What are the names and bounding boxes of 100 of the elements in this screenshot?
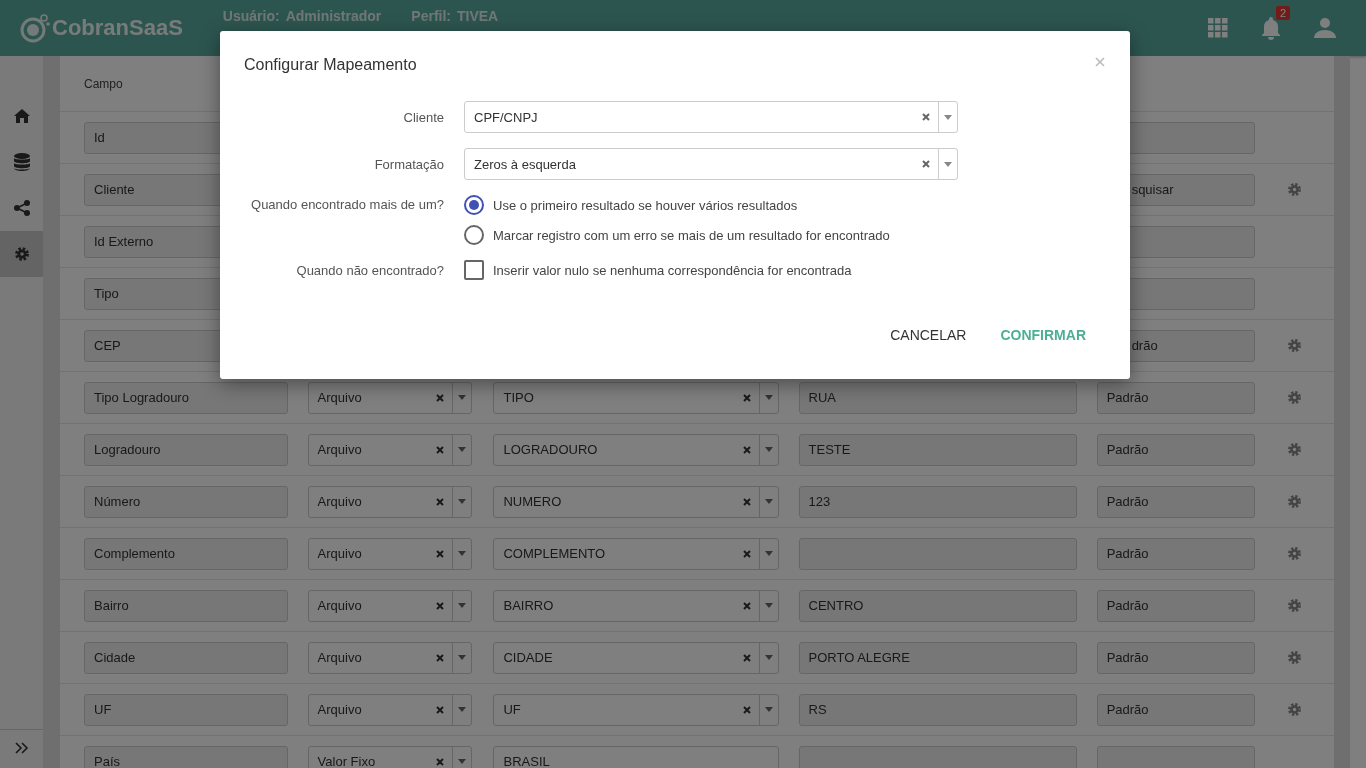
clear-icon[interactable] xyxy=(436,393,445,402)
caret-icon[interactable] xyxy=(458,603,467,608)
expand-icon[interactable] xyxy=(14,742,29,754)
caret-icon[interactable] xyxy=(458,395,467,400)
settings-icon[interactable] xyxy=(1286,390,1302,405)
caret-icon[interactable] xyxy=(764,447,773,452)
clear-icon[interactable] xyxy=(436,549,445,558)
clear-icon[interactable] xyxy=(436,445,445,454)
source-select[interactable]: Arquivo xyxy=(307,485,473,518)
field-name-input[interactable]: Complemento xyxy=(84,537,288,570)
caret-icon[interactable] xyxy=(764,551,773,556)
caret-icon[interactable] xyxy=(458,551,467,556)
value-input[interactable]: RS xyxy=(798,693,1077,726)
field-name-input[interactable]: Cidade xyxy=(84,641,288,674)
clear-icon[interactable] xyxy=(742,705,751,714)
value-input[interactable] xyxy=(798,537,1077,570)
column-select[interactable]: UF xyxy=(493,693,779,726)
format-input[interactable]: Padrão xyxy=(1096,433,1255,466)
source-select[interactable]: Valor Fixo xyxy=(307,745,473,768)
bell-icon[interactable] xyxy=(1260,16,1282,40)
caret-icon[interactable] xyxy=(944,161,952,167)
format-input[interactable]: Padrão xyxy=(1096,381,1255,414)
column-select[interactable]: CIDADE xyxy=(493,641,779,674)
caret-icon[interactable] xyxy=(764,603,773,608)
select-field[interactable]: Zeros à esquerda xyxy=(464,148,958,180)
settings-icon[interactable] xyxy=(1286,546,1302,561)
select-field[interactable]: CPF/CNPJ xyxy=(464,101,958,133)
source-select[interactable]: Arquivo xyxy=(307,537,473,570)
source-select[interactable]: Arquivo xyxy=(307,641,473,674)
format-input[interactable]: Padrão xyxy=(1096,537,1255,570)
clear-icon[interactable] xyxy=(436,705,445,714)
caret-icon[interactable] xyxy=(458,499,467,504)
option-label[interactable]: Inserir valor nulo se nenhuma correspondência for encontrada xyxy=(493,262,852,278)
caret-icon[interactable] xyxy=(458,655,467,660)
format-input[interactable]: Padrão xyxy=(1096,589,1255,622)
radio-button[interactable] xyxy=(464,225,484,245)
checkbox[interactable] xyxy=(464,260,484,280)
clear-icon[interactable] xyxy=(742,653,751,662)
apps-grid-icon[interactable] xyxy=(1208,18,1228,38)
field-name-input[interactable]: UF xyxy=(84,693,288,726)
caret-icon[interactable] xyxy=(944,114,952,120)
value-input[interactable]: 123 xyxy=(798,485,1077,518)
value-input[interactable]: BRASIL xyxy=(493,745,779,768)
settings-icon[interactable] xyxy=(1286,650,1302,665)
column-select[interactable]: BAIRRO xyxy=(493,589,779,622)
source-select[interactable]: Arquivo xyxy=(307,589,473,622)
clear-icon[interactable] xyxy=(742,445,751,454)
value-input[interactable]: PORTO ALEGRE xyxy=(798,641,1077,674)
caret-icon[interactable] xyxy=(458,707,467,712)
sidebar-item[interactable] xyxy=(0,231,43,277)
field-name-input[interactable]: Tipo Logradouro xyxy=(84,381,288,414)
user-icon[interactable] xyxy=(1314,17,1336,39)
clear-icon[interactable] xyxy=(742,601,751,610)
column-select[interactable]: LOGRADOURO xyxy=(493,433,779,466)
clear-icon[interactable] xyxy=(742,497,751,506)
field-name-input[interactable]: Logradouro xyxy=(84,433,288,466)
caret-icon[interactable] xyxy=(764,395,773,400)
confirm-button[interactable]: CONFIRMAR xyxy=(992,321,1094,349)
column-select[interactable]: COMPLEMENTO xyxy=(493,537,779,570)
value-input[interactable]: TESTE xyxy=(798,433,1077,466)
clear-icon[interactable] xyxy=(922,113,930,121)
settings-icon[interactable] xyxy=(1286,494,1302,509)
source-select[interactable]: Arquivo xyxy=(307,433,473,466)
field-name-input[interactable]: País xyxy=(84,745,288,768)
field-name-input[interactable]: Número xyxy=(84,485,288,518)
clear-icon[interactable] xyxy=(436,601,445,610)
caret-icon[interactable] xyxy=(764,655,773,660)
settings-icon[interactable] xyxy=(1286,338,1302,353)
format-input[interactable]: Padrão xyxy=(1096,641,1255,674)
value-input[interactable]: CENTRO xyxy=(798,589,1077,622)
close-icon[interactable] xyxy=(1095,57,1105,67)
settings-icon[interactable] xyxy=(1286,598,1302,613)
caret-icon[interactable] xyxy=(458,759,467,764)
cancel-button[interactable]: CANCELAR xyxy=(882,321,975,349)
caret-icon[interactable] xyxy=(458,447,467,452)
settings-icon[interactable] xyxy=(1286,182,1302,197)
settings-icon[interactable] xyxy=(1286,442,1302,457)
format-input[interactable]: Padrão xyxy=(1096,485,1255,518)
profile-label: Perfil: xyxy=(411,8,451,24)
clear-icon[interactable] xyxy=(436,653,445,662)
option-label[interactable]: Use o primeiro resultado se houver vários resultados xyxy=(493,197,798,213)
value-input[interactable]: RUA xyxy=(798,381,1077,414)
clear-icon[interactable] xyxy=(436,757,445,766)
option-label[interactable]: Marcar registro com um erro se mais de um resultado for encontrado xyxy=(493,227,890,243)
clear-icon[interactable] xyxy=(742,549,751,558)
caret-icon[interactable] xyxy=(764,499,773,504)
column-select[interactable]: NUMERO xyxy=(493,485,779,518)
clear-icon[interactable] xyxy=(742,393,751,402)
clear-icon[interactable] xyxy=(436,497,445,506)
format-input[interactable]: Padrão xyxy=(1096,693,1255,726)
source-select[interactable]: Arquivo xyxy=(307,693,473,726)
field-name-input[interactable]: Bairro xyxy=(84,589,288,622)
format-input[interactable] xyxy=(1096,745,1255,768)
radio-button[interactable] xyxy=(464,195,484,215)
column-select[interactable]: TIPO xyxy=(493,381,779,414)
caret-icon[interactable] xyxy=(764,707,773,712)
settings-icon[interactable] xyxy=(1286,702,1302,717)
clear-icon[interactable] xyxy=(922,160,930,168)
value-input[interactable] xyxy=(798,745,1077,768)
source-select[interactable]: Arquivo xyxy=(307,381,473,414)
